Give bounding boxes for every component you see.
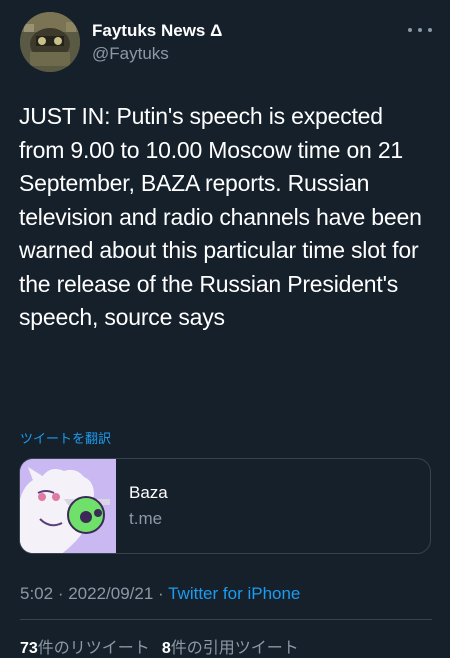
author-handle[interactable]: @Faytuks: [92, 43, 222, 65]
retweets-label: 件のリツイート: [37, 640, 150, 657]
meta-separator: ·: [153, 584, 169, 603]
quotes-stat[interactable]: 8件の引用ツイート: [162, 640, 299, 657]
tweet-text: JUST IN: Putin's speech is expected from…: [19, 103, 422, 330]
quotes-count: 8: [161, 640, 171, 657]
tweet-meta: 5:02 · 2022/09/21 · Twitter for iPhone: [20, 584, 300, 604]
tweet-time[interactable]: 5:02: [20, 584, 53, 603]
tweet-stats: 73件のリツイート 8件の引用ツイート: [20, 634, 299, 658]
more-horizontal-icon[interactable]: [408, 20, 432, 40]
tweet-date[interactable]: 2022/09/21: [68, 584, 153, 603]
author-avatar[interactable]: [20, 12, 80, 72]
tweet-header: Faytuks News Δ @Faytuks: [20, 12, 432, 76]
meta-separator: ·: [53, 584, 69, 603]
divider: [20, 619, 432, 620]
card-domain: t.me: [129, 509, 163, 528]
author-display-name[interactable]: Faytuks News Δ: [92, 20, 222, 42]
card-title: Baza: [129, 483, 168, 502]
card-body: Baza t.me: [116, 459, 168, 553]
author-names: Faytuks News Δ @Faytuks: [92, 12, 222, 65]
link-card[interactable]: Baza t.me: [19, 458, 431, 554]
quotes-label: 件の引用ツイート: [170, 640, 299, 657]
translate-tweet-link[interactable]: ツイートを翻訳: [20, 428, 111, 447]
retweets-count: 73: [20, 640, 38, 657]
card-thumbnail: [20, 459, 116, 553]
tweet-source-link[interactable]: Twitter for iPhone: [168, 584, 300, 603]
retweets-stat[interactable]: 73件のリツイート: [20, 640, 150, 657]
